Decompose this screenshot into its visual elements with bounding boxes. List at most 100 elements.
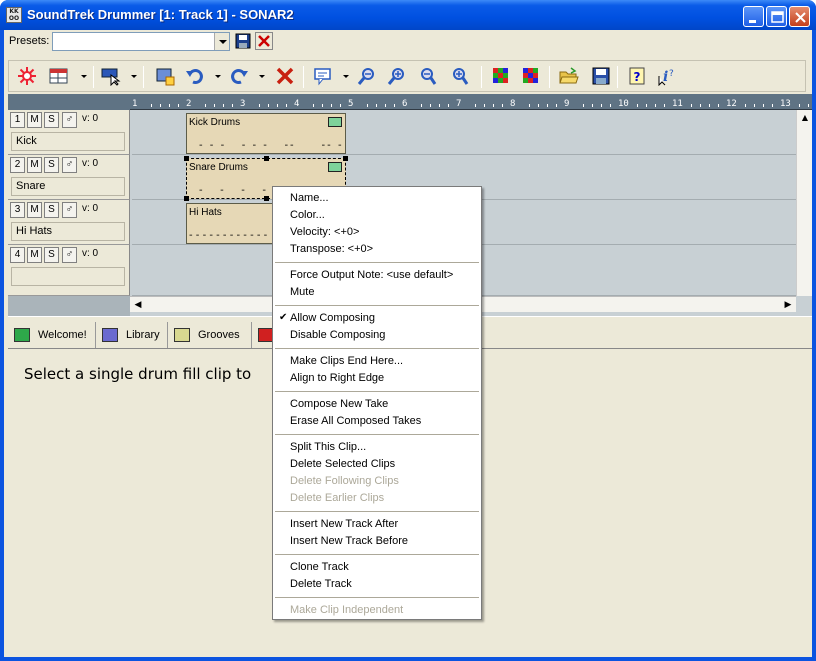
ruler-subtick: [178, 104, 179, 107]
menu-separator: [275, 305, 479, 307]
vertical-scrollbar[interactable]: ▲: [796, 110, 812, 296]
track-name[interactable]: Snare: [11, 177, 125, 196]
title-bar[interactable]: KK OO SoundTrek Drummer [1: Track 1] - SO…: [0, 0, 816, 30]
clip-color-swatch[interactable]: [328, 162, 342, 172]
solo-button[interactable]: S: [44, 247, 59, 263]
solo-button[interactable]: S: [44, 202, 59, 218]
save-preset-button[interactable]: [234, 32, 252, 50]
chevron-down-icon[interactable]: [215, 75, 221, 78]
menu-item-allow-composing[interactable]: Allow Composing: [290, 310, 375, 326]
maximize-button[interactable]: [766, 6, 787, 27]
menu-item-clone-track[interactable]: Clone Track: [290, 559, 349, 575]
clip-color-swatch[interactable]: [328, 117, 342, 127]
menu-item-mute[interactable]: Mute: [290, 284, 314, 300]
app-icon[interactable]: KK OO: [6, 7, 22, 23]
instrument-icon[interactable]: ♂: [62, 202, 77, 218]
track-volume[interactable]: v: 0: [82, 158, 98, 169]
header-spacer: [8, 296, 130, 316]
add-clip-icon[interactable]: [153, 65, 177, 87]
ruler-subtick: [763, 104, 764, 107]
save-disk-icon[interactable]: [589, 65, 613, 87]
color-grid-icon[interactable]: [489, 65, 513, 87]
close-button[interactable]: [789, 6, 810, 27]
chevron-down-icon[interactable]: [259, 75, 265, 78]
delete-x-icon[interactable]: [273, 65, 297, 87]
tab-label: Library: [126, 329, 160, 341]
menu-item-velocity-0[interactable]: Velocity: <+0>: [290, 224, 359, 240]
open-folder-icon[interactable]: [557, 65, 581, 87]
mute-button[interactable]: M: [27, 157, 42, 173]
tab-color-swatch: [174, 328, 190, 342]
resize-handle[interactable]: [264, 156, 269, 161]
whats-this-icon[interactable]: i?: [655, 65, 679, 87]
clip-name: Kick Drums: [189, 117, 241, 128]
menu-item-name[interactable]: Name...: [290, 190, 329, 206]
presets-combo[interactable]: [52, 32, 230, 51]
resize-handle[interactable]: [264, 196, 269, 201]
color-grid-2-icon[interactable]: [519, 65, 543, 87]
track-name[interactable]: [11, 267, 125, 286]
scroll-up-icon[interactable]: ▲: [797, 110, 813, 126]
grid-window-icon[interactable]: [47, 65, 71, 87]
burst-icon[interactable]: [15, 65, 39, 87]
tab-grooves[interactable]: Grooves: [168, 322, 252, 348]
track-volume[interactable]: v: 0: [82, 113, 98, 124]
track-name[interactable]: Kick: [11, 132, 125, 151]
resize-handle[interactable]: [184, 156, 189, 161]
instrument-icon[interactable]: ♂: [62, 112, 77, 128]
track-volume[interactable]: v: 0: [82, 248, 98, 259]
menu-item-insert-new-track-after[interactable]: Insert New Track After: [290, 516, 398, 532]
chevron-down-icon[interactable]: [214, 33, 229, 50]
ruler-subtick: [664, 104, 665, 107]
menu-item-disable-composing[interactable]: Disable Composing: [290, 327, 385, 343]
track-volume[interactable]: v: 0: [82, 203, 98, 214]
menu-item-split-this-clip[interactable]: Split This Clip...: [290, 439, 366, 455]
menu-item-delete-selected-clips[interactable]: Delete Selected Clips: [290, 456, 395, 472]
menu-item-insert-new-track-before[interactable]: Insert New Track Before: [290, 533, 408, 549]
menu-item-make-clips-end-here[interactable]: Make Clips End Here...: [290, 353, 403, 369]
track-number: 3: [10, 202, 25, 218]
cursor-select-icon[interactable]: [99, 65, 123, 87]
scroll-left-icon[interactable]: ◀: [130, 297, 146, 313]
timeline-ruler[interactable]: 1 2 3 4 5 6 7 8 9 10 11 12 13: [130, 94, 812, 110]
menu-item-align-to-right-edge[interactable]: Align to Right Edge: [290, 370, 384, 386]
zoom-in-v-icon[interactable]: [449, 65, 473, 87]
chevron-down-icon[interactable]: [343, 75, 349, 78]
instrument-icon[interactable]: ♂: [62, 247, 77, 263]
menu-item-compose-new-take[interactable]: Compose New Take: [290, 396, 388, 412]
tab-library[interactable]: Library: [96, 322, 168, 348]
zoom-in-h-icon[interactable]: [385, 65, 409, 87]
zoom-out-v-icon[interactable]: [417, 65, 441, 87]
ruler-subtick: [430, 104, 431, 107]
undo-icon[interactable]: [183, 65, 207, 87]
instrument-icon[interactable]: ♂: [62, 157, 77, 173]
menu-item-transpose-0[interactable]: Transpose: <+0>: [290, 241, 373, 257]
zoom-out-h-icon[interactable]: [355, 65, 379, 87]
menu-separator: [275, 597, 479, 599]
menu-item-color[interactable]: Color...: [290, 207, 325, 223]
mute-button[interactable]: M: [27, 112, 42, 128]
clip-kick-drums[interactable]: Kick Drums - - - - - - -- -- -: [186, 113, 346, 154]
track-name[interactable]: Hi Hats: [11, 222, 125, 241]
svg-text:?: ?: [634, 70, 641, 84]
menu-item-force-output-note-use-default[interactable]: Force Output Note: <use default>: [290, 267, 453, 283]
redo-icon[interactable]: [227, 65, 251, 87]
minimize-button[interactable]: [743, 6, 764, 27]
mute-button[interactable]: M: [27, 247, 42, 263]
chevron-down-icon[interactable]: [81, 75, 87, 78]
ruler-subtick: [367, 104, 368, 107]
delete-preset-button[interactable]: [255, 32, 273, 50]
mute-button[interactable]: M: [27, 202, 42, 218]
solo-button[interactable]: S: [44, 112, 59, 128]
menu-item-erase-all-composed-takes[interactable]: Erase All Composed Takes: [290, 413, 421, 429]
tab-welcome[interactable]: Welcome!: [8, 322, 96, 348]
scroll-right-icon[interactable]: ▶: [780, 297, 796, 313]
menu-item-delete-track[interactable]: Delete Track: [290, 576, 352, 592]
resize-handle[interactable]: [343, 156, 348, 161]
tab-color-swatch: [102, 328, 118, 342]
chevron-down-icon[interactable]: [131, 75, 137, 78]
comment-icon[interactable]: [311, 65, 335, 87]
resize-handle[interactable]: [184, 196, 189, 201]
help-icon[interactable]: ?: [625, 65, 649, 87]
solo-button[interactable]: S: [44, 157, 59, 173]
